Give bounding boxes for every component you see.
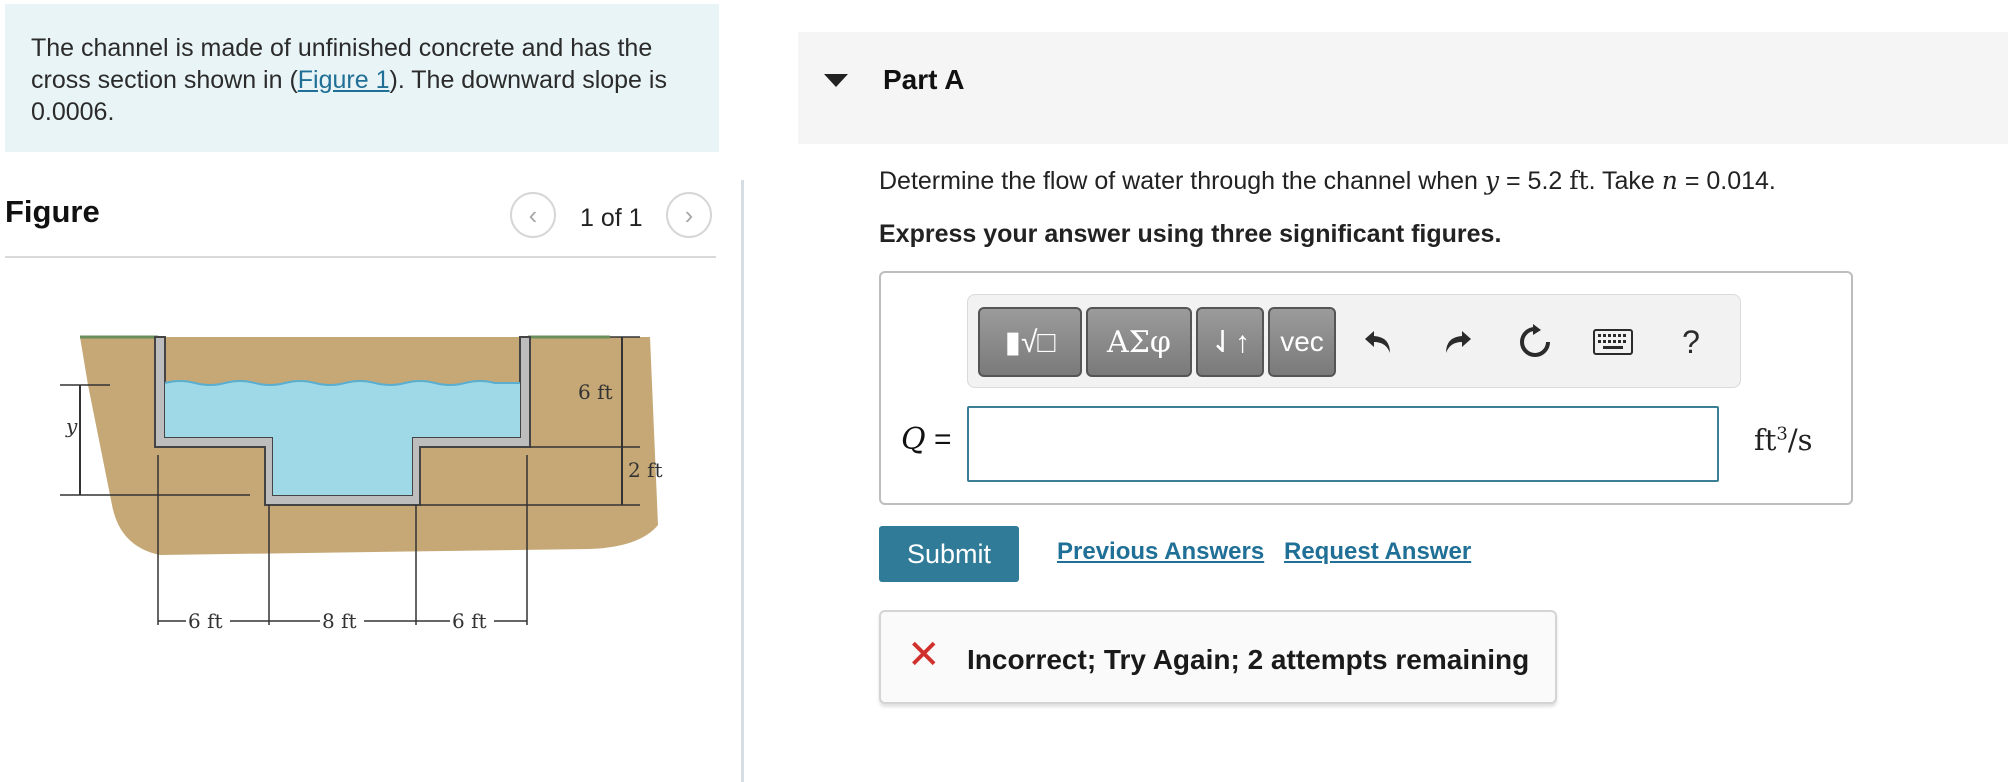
problem-statement: The channel is made of unfinished concre… [5, 4, 719, 152]
column-divider [741, 180, 744, 782]
feedback-message: Incorrect; Try Again; 2 attempts remaini… [967, 644, 1530, 675]
subscript-superscript-button[interactable]: ⇃↑ [1196, 307, 1264, 377]
templates-button[interactable]: ▮√□ [978, 307, 1082, 377]
answer-var: Q [901, 422, 926, 457]
reset-button[interactable] [1508, 315, 1562, 369]
request-answer-link[interactable]: Request Answer [1284, 538, 1471, 566]
width-middle-label: 8 ft [322, 609, 357, 633]
chevron-right-icon: › [684, 200, 694, 230]
question-eq-n: = 0.014. [1677, 167, 1776, 195]
question-before: Determine the flow of water through the … [879, 167, 1485, 195]
chevron-left-icon: ‹ [528, 200, 538, 230]
vector-button[interactable]: vec [1268, 307, 1336, 377]
incorrect-x-icon: ✕ [907, 633, 941, 677]
collapse-caret-icon[interactable] [824, 74, 848, 87]
updown-arrows-icon: ⇃↑ [1209, 325, 1251, 359]
answer-box: ▮√□ ΑΣφ ⇃↑ vec ? Q = ft3/s [879, 271, 1853, 505]
figure-header: Figure ‹ 1 of 1 › [5, 182, 716, 258]
help-button[interactable]: ? [1664, 315, 1718, 369]
figure-pager: 1 of 1 [580, 204, 643, 232]
left-panel: The channel is made of unfinished concre… [0, 0, 744, 782]
y-label: y [65, 414, 78, 438]
figure-next-button[interactable]: › [666, 192, 712, 238]
question-take: . Take [1588, 167, 1662, 195]
answer-input[interactable] [967, 406, 1719, 482]
unit-exponent: 3 [1776, 423, 1788, 445]
instruction-text: Express your answer using three signific… [879, 220, 1502, 248]
templates-icon: ▮√□ [1004, 325, 1056, 359]
redo-icon [1446, 331, 1471, 353]
part-a-header[interactable]: Part A [798, 32, 2008, 144]
figure-title: Figure [5, 194, 100, 229]
answer-variable-label: Q = [901, 422, 951, 457]
keyboard-button[interactable] [1586, 315, 1640, 369]
previous-answers-link[interactable]: Previous Answers [1057, 538, 1264, 566]
part-title: Part A [883, 64, 965, 95]
width-right-label: 6 ft [452, 609, 487, 633]
redo-button[interactable] [1430, 315, 1484, 369]
depth-upper-label: 6 ft [578, 380, 613, 404]
reset-icon [1520, 324, 1550, 357]
undo-icon [1365, 331, 1390, 353]
figure-prev-button[interactable]: ‹ [510, 192, 556, 238]
submit-button[interactable]: Submit [879, 526, 1019, 582]
answer-equals: = [925, 423, 952, 456]
figure-link[interactable]: Figure 1 [298, 66, 390, 94]
greek-symbols-button[interactable]: ΑΣφ [1086, 307, 1192, 377]
channel-cross-section-figure: y 6 ft 2 ft 6 ft 8 ft 6 ft [60, 335, 663, 633]
question-eq-y: = 5.2 [1499, 167, 1570, 195]
depth-lower-label: 2 ft [628, 458, 663, 482]
undo-button[interactable] [1352, 315, 1406, 369]
answer-unit: ft3/s [1754, 423, 1813, 457]
question-unit-y: ft [1569, 166, 1589, 195]
question-var-n: n [1661, 166, 1678, 195]
unit-base: ft [1754, 423, 1777, 457]
question-var-y: y [1484, 166, 1500, 195]
width-left-label: 6 ft [188, 609, 223, 633]
math-toolbar: ▮√□ ΑΣφ ⇃↑ vec ? [967, 294, 1741, 388]
unit-tail: /s [1787, 423, 1813, 457]
keyboard-icon [1593, 329, 1633, 355]
question-text: Determine the flow of water through the … [879, 166, 1776, 196]
feedback-box: ✕ Incorrect; Try Again; 2 attempts remai… [879, 610, 1557, 704]
